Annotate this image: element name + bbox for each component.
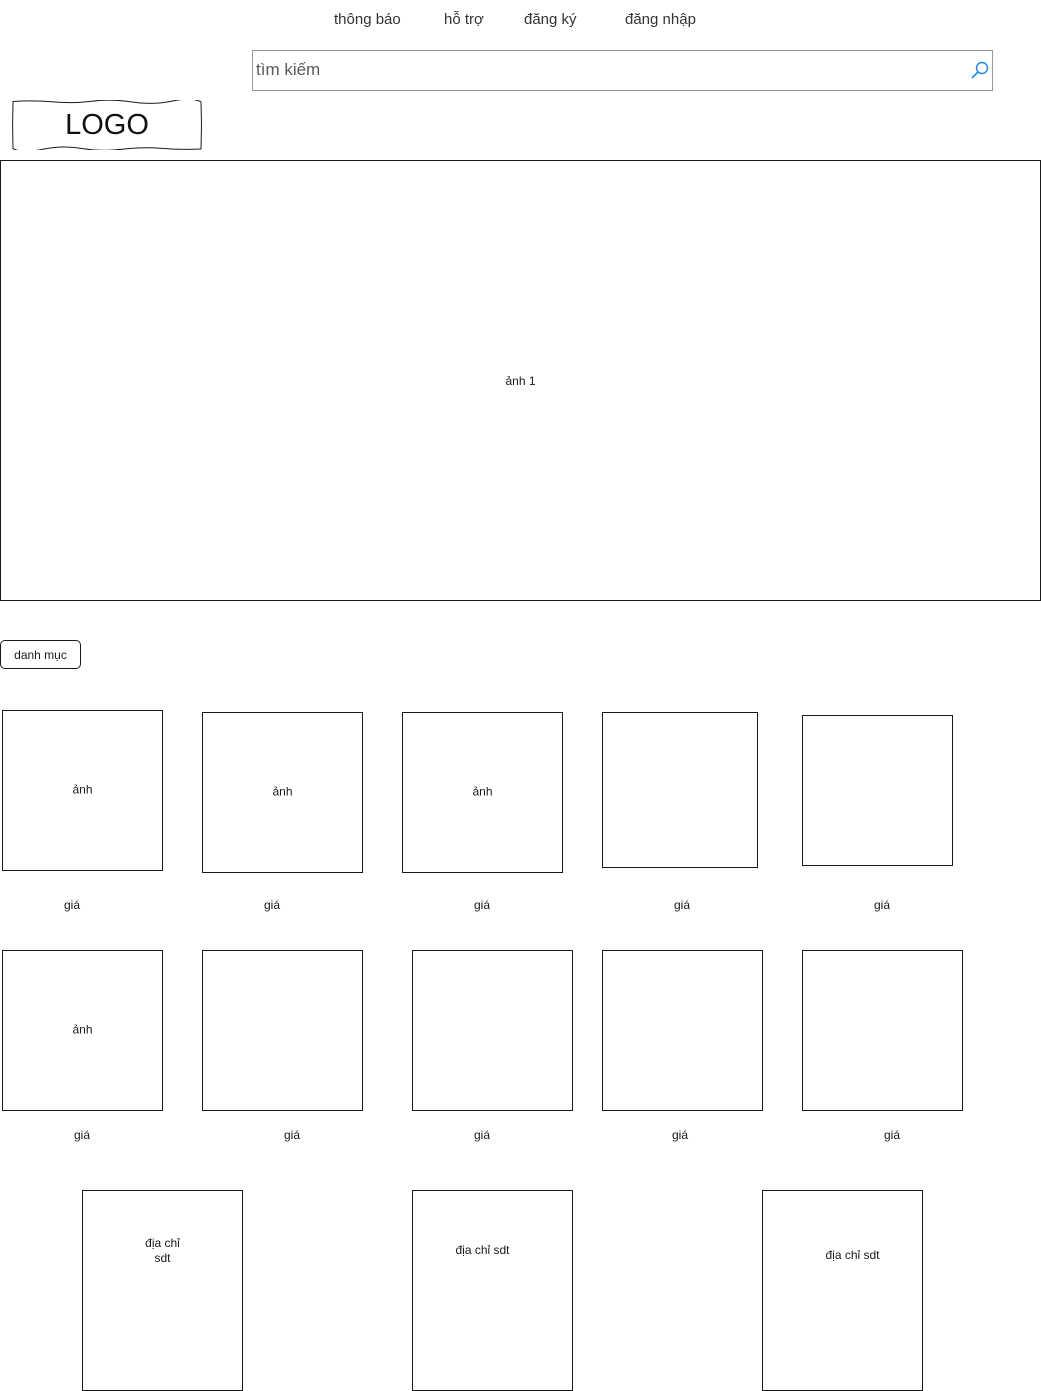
category-button[interactable]: danh mục: [0, 640, 81, 669]
store-card[interactable]: địa chỉ sdt: [82, 1190, 243, 1391]
product-image[interactable]: [802, 950, 963, 1111]
store-phone: sdt: [154, 1251, 171, 1265]
product-price: giá: [283, 1128, 300, 1142]
store-card[interactable]: địa chỉ sdt: [412, 1190, 573, 1391]
product-image-label: ảnh: [472, 783, 493, 798]
nav-support-link[interactable]: hỗ trợ: [444, 11, 484, 28]
product-price: giá: [883, 1128, 900, 1142]
logo[interactable]: LOGO: [12, 100, 202, 150]
search-input[interactable]: [256, 59, 956, 81]
search-icon[interactable]: [970, 60, 990, 80]
store-address-phone: địa chỉ sdt: [825, 1248, 880, 1262]
search-bar: [252, 50, 993, 91]
product-image-label: ảnh: [72, 1021, 93, 1036]
product-image[interactable]: [802, 715, 953, 866]
product-price: giá: [73, 1128, 90, 1142]
store-card[interactable]: địa chỉ sdt: [762, 1190, 923, 1391]
product-price: giá: [873, 898, 890, 912]
product-image[interactable]: ảnh: [202, 712, 363, 873]
product-price: giá: [473, 1128, 490, 1142]
banner-image[interactable]: ảnh 1: [0, 160, 1041, 601]
nav-notifications-link[interactable]: thông báo: [334, 11, 401, 28]
product-image[interactable]: [202, 950, 363, 1111]
product-image-label: ảnh: [272, 783, 293, 798]
nav-register-link[interactable]: đăng ký: [524, 11, 577, 28]
product-image[interactable]: ảnh: [2, 710, 163, 871]
store-address-phone: địa chỉ sdt: [455, 1243, 510, 1257]
product-price: giá: [473, 898, 490, 912]
product-image[interactable]: [602, 950, 763, 1111]
product-price: giá: [263, 898, 280, 912]
logo-text: LOGO: [65, 108, 149, 141]
product-image[interactable]: ảnh: [2, 950, 163, 1111]
product-price: giá: [671, 1128, 688, 1142]
product-image[interactable]: [602, 712, 758, 868]
product-price: giá: [673, 898, 690, 912]
product-image[interactable]: ảnh: [402, 712, 563, 873]
banner-label: ảnh 1: [505, 373, 536, 388]
product-image-label: ảnh: [72, 781, 93, 796]
store-address: địa chỉ: [145, 1236, 180, 1250]
nav-login-link[interactable]: đăng nhập: [625, 11, 696, 28]
product-image[interactable]: [412, 950, 573, 1111]
product-price: giá: [63, 898, 80, 912]
